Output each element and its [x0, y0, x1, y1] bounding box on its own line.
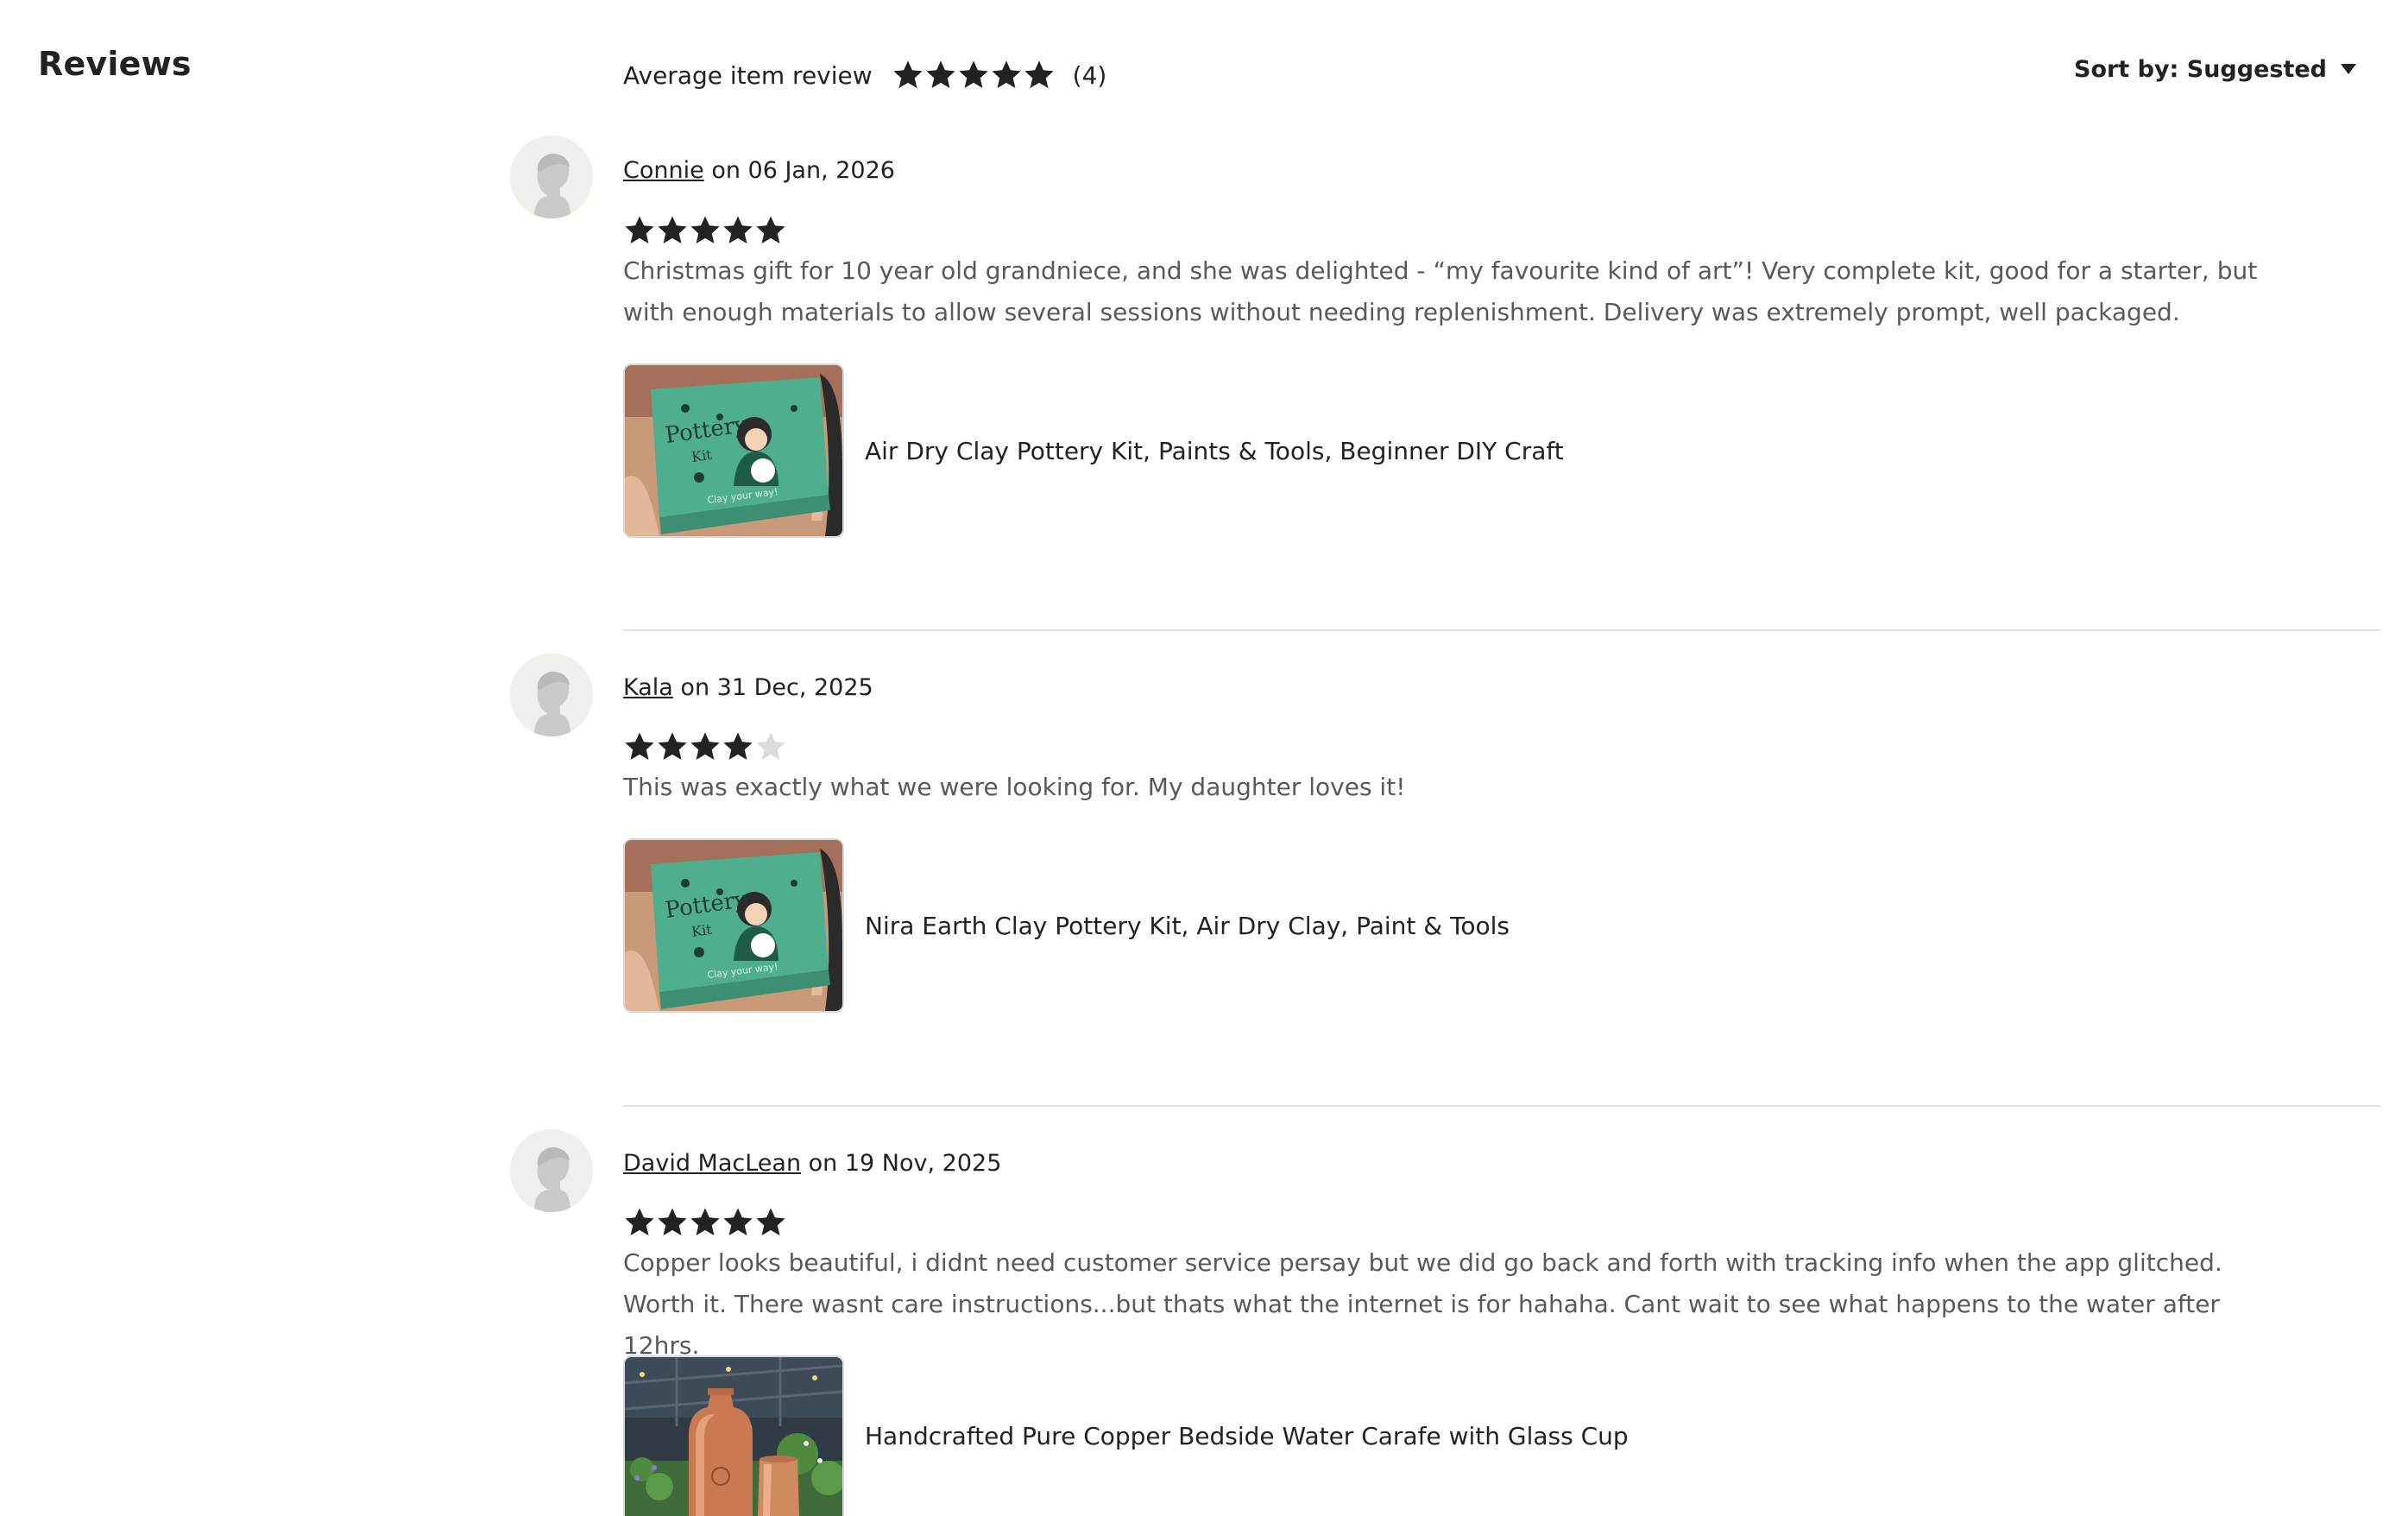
- reviewed-product-link[interactable]: Pottery Kit Clay your way! Nira Earth Cl…: [623, 838, 1510, 1013]
- star-filled-icon: [656, 214, 689, 247]
- star-filled-icon: [957, 59, 990, 92]
- avatar[interactable]: [510, 1129, 593, 1212]
- review-date: on 19 Nov, 2025: [808, 1150, 1002, 1177]
- review-rating-stars: [623, 730, 787, 763]
- review-text: Copper looks beautiful, i didnt need cus…: [623, 1248, 2222, 1360]
- review-date: on 31 Dec, 2025: [680, 674, 873, 701]
- copper-carafe-image: [625, 1357, 842, 1516]
- default-avatar-icon: [510, 136, 593, 218]
- reviewer-name-link[interactable]: Kala: [623, 674, 673, 701]
- review-meta: David MacLean on 19 Nov, 2025: [623, 1150, 1001, 1177]
- pottery-kit-image: Pottery Kit Clay your way!: [625, 840, 842, 1011]
- star-filled-icon: [722, 1206, 754, 1239]
- star-filled-icon: [689, 730, 722, 763]
- reviewer-name-link[interactable]: David MacLean: [623, 1150, 801, 1177]
- review-divider: [623, 1105, 2380, 1107]
- review-date: on 06 Jan, 2026: [711, 157, 895, 184]
- star-filled-icon: [990, 59, 1023, 92]
- product-thumbnail[interactable]: [623, 1355, 844, 1516]
- avatar[interactable]: [510, 136, 593, 218]
- average-review-label: Average item review: [623, 60, 873, 90]
- product-thumbnail[interactable]: Pottery Kit Clay your way!: [623, 363, 844, 538]
- review-divider: [623, 629, 2380, 631]
- review-rating-stars: [623, 1206, 787, 1239]
- avatar[interactable]: [510, 654, 593, 736]
- star-filled-icon: [656, 1206, 689, 1239]
- reviews-heading: Reviews: [38, 45, 192, 83]
- product-title[interactable]: Handcrafted Pure Copper Bedside Water Ca…: [865, 1422, 1629, 1450]
- reviewer-name-link[interactable]: Connie: [623, 157, 704, 184]
- star-filled-icon: [722, 214, 754, 247]
- box-subtitle: Kit: [690, 921, 713, 940]
- review-rating-stars: [623, 214, 787, 247]
- star-filled-icon: [689, 214, 722, 247]
- review-meta: Connie on 06 Jan, 2026: [623, 157, 895, 184]
- product-thumbnail[interactable]: Pottery Kit Clay your way!: [623, 838, 844, 1013]
- sort-dropdown[interactable]: Sort by: Suggested: [2074, 52, 2356, 86]
- star-filled-icon: [1023, 59, 1056, 92]
- star-filled-icon: [623, 1206, 656, 1239]
- sort-label: Sort by: Suggested: [2074, 55, 2327, 83]
- pottery-kit-image: Pottery Kit Clay your way!: [625, 365, 842, 536]
- default-avatar-icon: [510, 1129, 593, 1212]
- star-filled-icon: [656, 730, 689, 763]
- star-filled-icon: [754, 214, 787, 247]
- reviewed-product-link[interactable]: Pottery Kit Clay your way! Air Dry Clay …: [623, 363, 1564, 538]
- star-filled-icon: [623, 730, 656, 763]
- review-text: This was exactly what we were looking fo…: [623, 773, 1406, 801]
- reviewed-product-link[interactable]: Handcrafted Pure Copper Bedside Water Ca…: [623, 1355, 1629, 1516]
- star-filled-icon: [689, 1206, 722, 1239]
- product-title[interactable]: Nira Earth Clay Pottery Kit, Air Dry Cla…: [865, 912, 1510, 940]
- chevron-down-icon: [2341, 64, 2356, 74]
- star-empty-icon: [754, 730, 787, 763]
- star-filled-icon: [623, 214, 656, 247]
- default-avatar-icon: [510, 654, 593, 736]
- box-subtitle: Kit: [690, 446, 713, 465]
- average-rating-stars: [892, 59, 1056, 92]
- star-filled-icon: [892, 59, 924, 92]
- review-text: Christmas gift for 10 year old grandniec…: [623, 256, 2258, 326]
- star-filled-icon: [924, 59, 957, 92]
- star-filled-icon: [722, 730, 754, 763]
- star-filled-icon: [754, 1206, 787, 1239]
- average-review-summary: Average item review (4): [623, 54, 1106, 97]
- review-count: (4): [1072, 60, 1107, 90]
- review-meta: Kala on 31 Dec, 2025: [623, 674, 873, 701]
- product-title[interactable]: Air Dry Clay Pottery Kit, Paints & Tools…: [865, 437, 1564, 465]
